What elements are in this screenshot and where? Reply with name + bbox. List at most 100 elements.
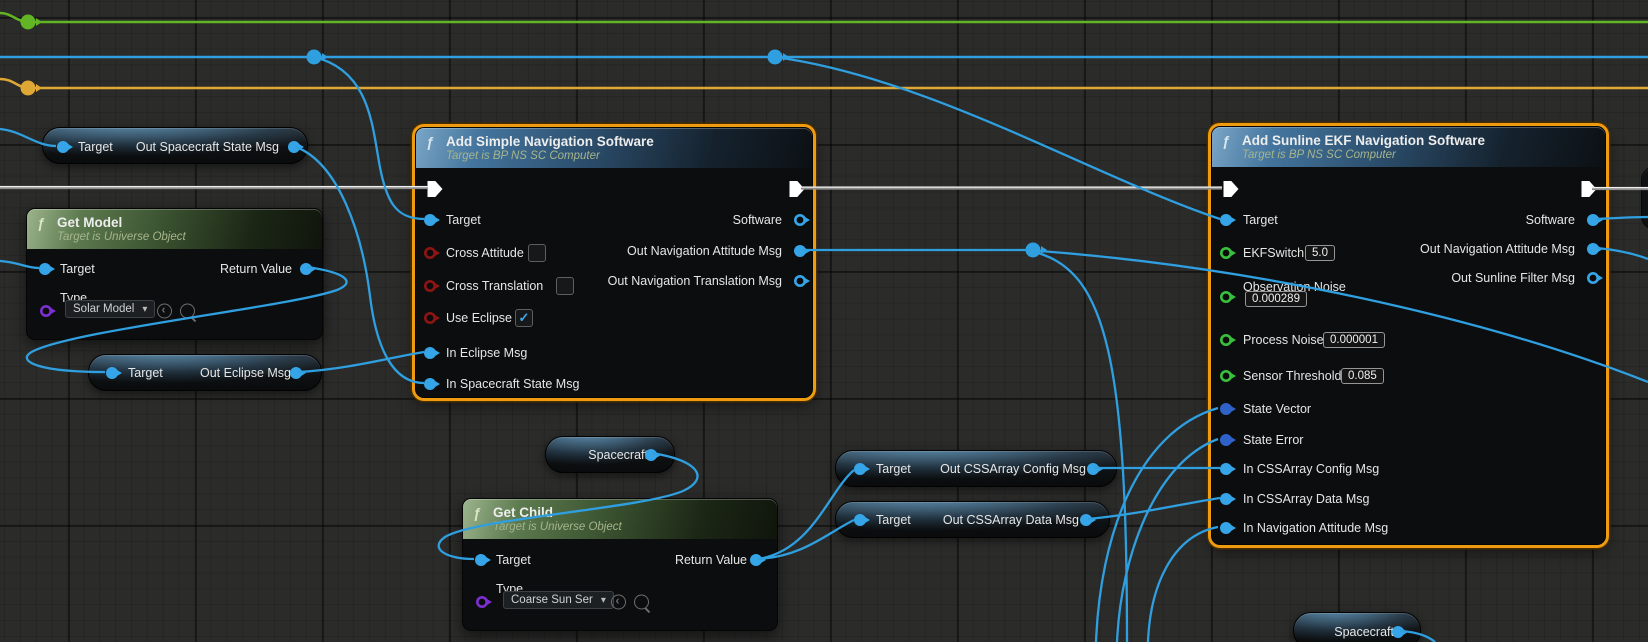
- pin-target-in[interactable]: [57, 141, 69, 153]
- cross-translation-checkbox[interactable]: [556, 277, 574, 295]
- node-out-cssarray-config-msg[interactable]: Target Out CSSArray Config Msg: [835, 450, 1117, 487]
- pin-ekfswitch-in[interactable]: [1220, 247, 1232, 259]
- node-header: ƒ Get Child Target is Universe Object: [463, 499, 777, 539]
- pin-cross-attitude-in[interactable]: [424, 247, 436, 259]
- variable-wires: [0, 13, 1648, 88]
- pin-state-vector-in[interactable]: [1220, 403, 1232, 415]
- pin-msg-out[interactable]: [290, 367, 302, 379]
- pin-out-nav-attitude-msg[interactable]: [1587, 243, 1599, 255]
- pin-target-in[interactable]: [424, 214, 436, 226]
- type-dropdown[interactable]: Coarse Sun Ser▾: [503, 591, 614, 609]
- pin-target-in[interactable]: [1220, 214, 1232, 226]
- pin-target-in[interactable]: [106, 367, 118, 379]
- pin-process-noise-in[interactable]: [1220, 334, 1232, 346]
- pin-label: Out Navigation Translation Msg: [608, 274, 782, 288]
- cross-attitude-checkbox[interactable]: [528, 244, 546, 262]
- pin-out-sunline-filter-msg[interactable]: [1587, 272, 1599, 284]
- node-spacecraft-getter-bottom[interactable]: Spacecraft: [1293, 612, 1421, 642]
- node-add-sunline-ekf-navigation-software[interactable]: ƒ Add Sunline EKF Navigation Software Ta…: [1211, 126, 1606, 545]
- node-get-model[interactable]: ƒ Get Model Target is Universe Object Ta…: [26, 208, 323, 340]
- pin-label: Target: [496, 553, 531, 567]
- pin-sensor-threshold-in[interactable]: [1220, 370, 1232, 382]
- node-add-simple-navigation-software[interactable]: ƒ Add Simple Navigation Software Target …: [415, 127, 813, 398]
- node-clipped-right-edge[interactable]: [1641, 166, 1648, 230]
- node-subtitle: Target is Universe Object: [493, 521, 622, 533]
- graph-canvas[interactable]: Target Out Spacecraft State Msg ƒ Get Mo…: [0, 0, 1648, 642]
- node-spacecraft-getter[interactable]: Spacecraft: [545, 436, 675, 473]
- node-out-cssarray-data-msg[interactable]: Target Out CSSArray Data Msg: [835, 501, 1110, 538]
- pin-label: In Eclipse Msg: [446, 346, 527, 360]
- observation-noise-value[interactable]: 0.000289: [1245, 291, 1307, 307]
- process-noise-value[interactable]: 0.000001: [1323, 332, 1385, 348]
- sensor-threshold-value[interactable]: 0.085: [1341, 368, 1384, 384]
- pin-label: In CSSArray Data Msg: [1243, 492, 1369, 506]
- pin-software-out[interactable]: [1587, 214, 1599, 226]
- pin-cross-translation-in[interactable]: [424, 280, 436, 292]
- pin-msg-out[interactable]: [1087, 463, 1099, 475]
- pin-spacecraft-out[interactable]: [645, 449, 657, 461]
- chevron-down-icon: ▾: [142, 304, 147, 315]
- pin-label: Out CSSArray Data Msg: [943, 513, 1079, 527]
- pin-label: Process Noise: [1243, 333, 1324, 347]
- type-dropdown[interactable]: Solar Model▾: [65, 300, 155, 318]
- pin-return-out[interactable]: [300, 263, 312, 275]
- pin-label: Out Spacecraft State Msg: [136, 140, 279, 154]
- pin-in-cssarray-config-msg[interactable]: [1220, 463, 1232, 475]
- pin-msg-out[interactable]: [1080, 514, 1092, 526]
- pin-type-in[interactable]: [476, 596, 488, 608]
- exec-out-pin[interactable]: [790, 181, 805, 197]
- pin-label: Sensor Threshold: [1243, 369, 1341, 383]
- pin-label: Target: [446, 213, 481, 227]
- function-icon: ƒ: [473, 505, 481, 521]
- search-icon[interactable]: [634, 595, 649, 610]
- pin-label: Spacecraft: [1334, 625, 1394, 639]
- pin-in-cssarray-data-msg[interactable]: [1220, 493, 1232, 505]
- pin-return-out[interactable]: [750, 554, 762, 566]
- pin-label: Target: [60, 262, 95, 276]
- pin-msg-out[interactable]: [288, 141, 300, 153]
- node-title: Get Child: [493, 505, 553, 520]
- pin-in-eclipse-msg[interactable]: [424, 347, 436, 359]
- ekfswitch-value[interactable]: 5.0: [1305, 245, 1335, 261]
- pin-label: Cross Translation: [446, 279, 543, 293]
- pin-target-in[interactable]: [39, 263, 51, 275]
- pin-out-nav-attitude-msg[interactable]: [794, 245, 806, 257]
- pin-target-in[interactable]: [854, 514, 866, 526]
- reset-icon[interactable]: [157, 304, 172, 319]
- pin-out-nav-translation-msg[interactable]: [794, 275, 806, 287]
- node-subtitle: Target is Universe Object: [57, 231, 186, 243]
- search-icon[interactable]: [180, 304, 195, 319]
- pin-target-in[interactable]: [854, 463, 866, 475]
- pin-spacecraft-out[interactable]: [1392, 626, 1404, 638]
- node-header: ƒ Add Simple Navigation Software Target …: [416, 128, 812, 168]
- node-out-eclipse-msg[interactable]: Target Out Eclipse Msg: [88, 354, 322, 391]
- pin-software-out[interactable]: [794, 214, 806, 226]
- node-title: Add Sunline EKF Navigation Software: [1242, 133, 1485, 148]
- pin-target-in[interactable]: [475, 554, 487, 566]
- node-get-child[interactable]: ƒ Get Child Target is Universe Object Ta…: [462, 498, 778, 631]
- reset-icon[interactable]: [611, 595, 626, 610]
- use-eclipse-checkbox[interactable]: ✓: [515, 309, 533, 327]
- exec-in-pin[interactable]: [428, 181, 443, 197]
- pin-state-error-in[interactable]: [1220, 434, 1232, 446]
- exec-in-pin[interactable]: [1224, 181, 1239, 197]
- pin-type-in[interactable]: [40, 305, 52, 317]
- pin-label: In Navigation Attitude Msg: [1243, 521, 1388, 535]
- node-title: Add Simple Navigation Software: [446, 134, 654, 149]
- node-title: Get Model: [57, 215, 122, 230]
- chevron-down-icon: ▾: [601, 595, 606, 606]
- pin-label: Out Eclipse Msg: [200, 366, 291, 380]
- pin-label: Target: [78, 140, 113, 154]
- pin-label: State Vector: [1243, 402, 1311, 416]
- node-out-spacecraft-state-msg[interactable]: Target Out Spacecraft State Msg: [42, 127, 308, 164]
- pin-label: Software: [1526, 213, 1575, 227]
- pin-label: Target: [128, 366, 163, 380]
- pin-label: Return Value: [220, 262, 292, 276]
- pin-observation-noise-in[interactable]: [1220, 291, 1232, 303]
- exec-out-pin[interactable]: [1582, 181, 1597, 197]
- pin-use-eclipse-in[interactable]: [424, 312, 436, 324]
- pin-label: Out Navigation Attitude Msg: [627, 244, 782, 258]
- pin-label: Use Eclipse: [446, 311, 512, 325]
- pin-in-navigation-attitude-msg[interactable]: [1220, 522, 1232, 534]
- pin-in-spacecraft-state-msg[interactable]: [424, 378, 436, 390]
